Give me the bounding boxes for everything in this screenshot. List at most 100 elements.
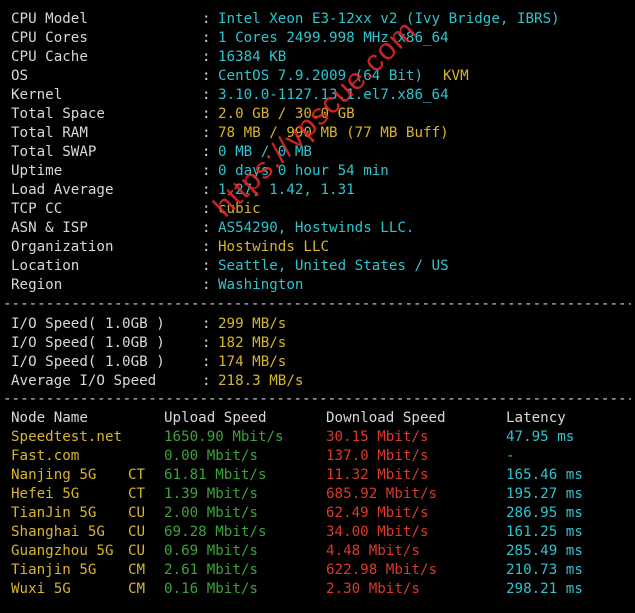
system-info-row: CPU Cores:1 Cores 2499.998 MHz x86_64 (0, 29, 635, 48)
io-label: I/O Speed( 1.0GB ) (11, 316, 165, 332)
isp-tag: CM (128, 562, 146, 578)
download-speed: 2.30 Mbit/s (326, 581, 420, 597)
info-label: Location (11, 258, 80, 274)
latency-value: 195.27 ms (506, 486, 583, 502)
info-label: Region (11, 277, 63, 293)
system-info-row: Uptime:0 days 0 hour 54 min (0, 162, 635, 181)
latency-value: 165.46 ms (506, 467, 583, 483)
info-value: Hostwinds LLC (218, 239, 330, 255)
info-colon: : (202, 239, 211, 255)
system-info-row: TCP CC: cubic (0, 200, 635, 219)
info-value: cubic (218, 201, 261, 217)
io-speed-row: Average I/O Speed:218.3 MB/s (0, 372, 635, 391)
terminal-window: CPU Model: Intel Xeon E3-12xx v2 (Ivy Bri… (0, 0, 635, 613)
upload-speed: 2.61 Mbit/s (164, 562, 258, 578)
isp-tag: CM (128, 581, 146, 597)
info-label: Organization (11, 239, 114, 255)
info-colon: : (202, 87, 211, 103)
header-node-name: Node Name (11, 410, 88, 426)
node-name: Speedtest.net (11, 429, 123, 445)
info-value: 78 MB / 990 MB (77 MB Buff) (218, 125, 449, 141)
info-label: Total SWAP (11, 144, 97, 160)
info-colon: : (202, 182, 211, 198)
system-info-row: Location: Seattle, United States / US (0, 257, 635, 276)
isp-tag: CU (128, 524, 146, 540)
info-value: 0 days 0 hour 54 min (218, 163, 389, 179)
info-label: TCP CC (11, 201, 63, 217)
info-value: AS54290, Hostwinds LLC. (218, 220, 415, 236)
io-colon: : (202, 316, 211, 332)
upload-speed: 0.16 Mbit/s (164, 581, 258, 597)
info-value: 2.0 GB / 30.0 GB (218, 106, 355, 122)
speed-table-row: TianJin 5G CU 2.00 Mbit/s 62.49 Mbit/s 286.9… (0, 504, 635, 523)
info-label: CPU Cache (11, 49, 88, 65)
info-colon: : (202, 49, 211, 65)
info-value: 1.27, 1.42, 1.31 (218, 182, 355, 198)
isp-tag: CT (128, 467, 146, 483)
io-value: 182 MB/s (218, 335, 287, 351)
io-speed-row: I/O Speed( 1.0GB ):182 MB/s (0, 334, 635, 353)
speed-table-row: Speedtest.net 1650.90 Mbit/s 30.15 Mbit/s 4… (0, 428, 635, 447)
node-name: Shanghai 5G (11, 524, 105, 540)
upload-speed: 1650.90 Mbit/s (164, 429, 284, 445)
io-value: 174 MB/s (218, 354, 287, 370)
info-label: Load Average (11, 182, 114, 198)
info-label: OS (11, 68, 29, 84)
info-value: Intel Xeon E3-12xx v2 (Ivy Bridge, IBRS) (218, 11, 560, 27)
download-speed: 685.92 Mbit/s (326, 486, 438, 502)
node-name: Wuxi 5G (11, 581, 71, 597)
upload-speed: 2.00 Mbit/s (164, 505, 258, 521)
system-info-row: Total Space:2.0 GB / 30.0 GB (0, 105, 635, 124)
system-info-row: Load Average:1.27, 1.42, 1.31 (0, 181, 635, 200)
system-info-row: ASN & ISP: AS54290, Hostwinds LLC. (0, 219, 635, 238)
upload-speed: 0.00 Mbit/s (164, 448, 258, 464)
info-label: ASN & ISP (11, 220, 88, 236)
latency-value: 47.95 ms (506, 429, 575, 445)
info-colon: : (202, 68, 211, 84)
download-speed: 11.32 Mbit/s (326, 467, 429, 483)
download-speed: 137.0 Mbit/s (326, 448, 429, 464)
io-colon: : (202, 373, 211, 389)
download-speed: 34.00 Mbit/s (326, 524, 429, 540)
speed-table-header: Node Name Upload Speed Download Speed La… (0, 409, 635, 428)
upload-speed: 1.39 Mbit/s (164, 486, 258, 502)
info-label: Total Space (11, 106, 105, 122)
system-info-row: Region: Washington (0, 276, 635, 295)
speed-table-row: Shanghai 5G CU 69.28 Mbit/s 34.00 Mbit/s 161… (0, 523, 635, 542)
info-label: Uptime (11, 163, 63, 179)
separator-line: ----------------------------------------… (3, 391, 631, 407)
system-info-row: CPU Cache:16384 KB (0, 48, 635, 67)
info-label: CPU Cores (11, 30, 88, 46)
speed-table-row: Wuxi 5G CM 0.16 Mbit/s 2.30 Mbit/s 298.21 ms (0, 580, 635, 599)
latency-value: 298.21 ms (506, 581, 583, 597)
info-value: CentOS 7.9.2009 (64 Bit) (218, 68, 432, 84)
info-colon: : (202, 258, 211, 274)
node-name: Fast.com (11, 448, 80, 464)
download-speed: 30.15 Mbit/s (326, 429, 429, 445)
latency-value: 285.49 ms (506, 543, 583, 559)
node-name: Hefei 5G (11, 486, 80, 502)
latency-value: 210.73 ms (506, 562, 583, 578)
system-info-row: OS: CentOS 7.9.2009 (64 Bit) KVM (0, 67, 635, 86)
node-name: Tianjin 5G (11, 562, 97, 578)
info-value: 0 MB / 0 MB (218, 144, 312, 160)
download-speed: 62.49 Mbit/s (326, 505, 429, 521)
system-info-row: Kernel:3.10.0-1127.13.1.el7.x86_64 (0, 86, 635, 105)
latency-value: 286.95 ms (506, 505, 583, 521)
io-speed-row: I/O Speed( 1.0GB ):299 MB/s (0, 315, 635, 334)
speed-table-row: Hefei 5G CT 1.39 Mbit/s 685.92 Mbit/s 195.27… (0, 485, 635, 504)
upload-speed: 69.28 Mbit/s (164, 524, 267, 540)
isp-tag: CT (128, 486, 146, 502)
system-info-row: Total RAM:78 MB / 990 MB (77 MB Buff) (0, 124, 635, 143)
speed-table-row: Nanjing 5G CT 61.81 Mbit/s 11.32 Mbit/s 165.… (0, 466, 635, 485)
isp-tag: CU (128, 543, 146, 559)
header-latency: Latency (506, 410, 566, 426)
speed-table-row: Tianjin 5G CM 2.61 Mbit/s 622.98 Mbit/s 210.… (0, 561, 635, 580)
io-speed-row: I/O Speed( 1.0GB ):174 MB/s (0, 353, 635, 372)
info-value: Washington (218, 277, 304, 293)
header-download-speed: Download Speed (326, 410, 446, 426)
info-colon: : (202, 144, 211, 160)
speed-table-row: Guangzhou 5G CU 0.69 Mbit/s 4.48 Mbit/s 285.… (0, 542, 635, 561)
info-colon: : (202, 201, 211, 217)
system-info-row: CPU Model: Intel Xeon E3-12xx v2 (Ivy Bri… (0, 10, 635, 29)
